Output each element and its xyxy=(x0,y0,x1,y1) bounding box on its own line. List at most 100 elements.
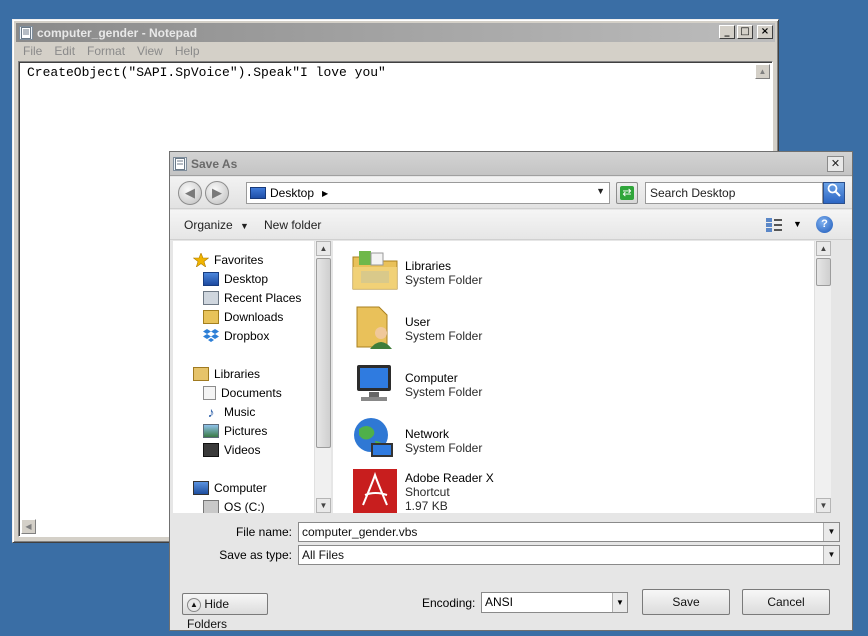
nav-recent-places[interactable]: Recent Places xyxy=(203,289,301,307)
file-scroll-up-button[interactable]: ▲ xyxy=(816,241,831,256)
menu-edit[interactable]: Edit xyxy=(48,43,81,60)
network-globe-icon xyxy=(351,415,399,463)
nav-libraries[interactable]: Libraries xyxy=(193,365,260,383)
search-icon[interactable] xyxy=(823,182,845,204)
save-as-type-value: All Files xyxy=(302,548,345,562)
views-dropdown-icon[interactable]: ▼ xyxy=(793,219,802,229)
nav-computer[interactable]: Computer xyxy=(193,479,267,497)
item-name: User xyxy=(405,315,431,329)
organize-button[interactable]: Organize ▼ xyxy=(184,218,249,232)
file-name-dropdown-icon[interactable]: ▼ xyxy=(823,523,839,541)
item-name: Libraries xyxy=(405,259,452,273)
save-as-type-select[interactable]: All Files ▼ xyxy=(298,545,840,565)
file-scroll-down-button[interactable]: ▼ xyxy=(816,498,831,513)
list-item-computer[interactable]: Computer System Folder xyxy=(351,359,482,413)
forward-button[interactable]: ▶ xyxy=(205,181,229,205)
computer-icon xyxy=(193,481,209,495)
videos-icon xyxy=(203,443,219,457)
item-type: System Folder xyxy=(405,329,483,343)
item-type: System Folder xyxy=(405,441,483,455)
notepad-icon xyxy=(19,25,33,40)
minimize-button[interactable]: _ xyxy=(719,25,735,39)
file-name-label: File name: xyxy=(235,525,292,539)
list-item-adobe-reader[interactable]: Adobe Reader X Shortcut 1.97 KB xyxy=(351,465,494,513)
star-icon xyxy=(192,252,210,268)
menu-file[interactable]: File xyxy=(17,43,48,60)
nav-favorites[interactable]: Favorites xyxy=(192,251,263,269)
adobe-reader-icon xyxy=(351,465,399,513)
libraries-icon xyxy=(193,367,209,381)
list-item-libraries[interactable]: Libraries System Folder xyxy=(351,247,482,301)
item-type: Shortcut xyxy=(405,485,450,499)
item-name: Computer xyxy=(405,371,458,385)
nav-scroll-thumb[interactable] xyxy=(316,258,331,448)
list-item-user[interactable]: User System Folder xyxy=(351,303,482,357)
address-dropdown-icon[interactable]: ▼ xyxy=(596,186,605,196)
save-as-type-dropdown-icon[interactable]: ▼ xyxy=(823,546,839,564)
command-bar: Organize ▼ New folder ▼ ? xyxy=(170,210,852,240)
item-name: Network xyxy=(405,427,450,441)
editor-text[interactable]: CreateObject("SAPI.SpVoice").Speak"I lov… xyxy=(27,65,386,80)
file-list-scrollbar[interactable]: ▲ ▼ xyxy=(814,241,831,513)
editor-scroll-left-button[interactable]: ◀ xyxy=(21,519,36,534)
editor-scroll-up-button[interactable]: ▲ xyxy=(755,64,770,79)
nav-music[interactable]: ♪ Music xyxy=(203,403,256,421)
views-icon[interactable] xyxy=(765,217,783,233)
file-name-field[interactable]: computer_gender.vbs ▼ xyxy=(298,522,840,542)
notepad-title: computer_gender - Notepad xyxy=(37,25,198,40)
list-item-network[interactable]: Network System Folder xyxy=(351,415,482,469)
notepad-menubar: File Edit Format View Help xyxy=(17,43,206,60)
save-as-dialog: Save As ✕ ◀ ▶ Desktop ▶ ▼ ⇄ Search Deskt… xyxy=(169,151,853,631)
encoding-dropdown-icon[interactable]: ▼ xyxy=(612,593,627,612)
address-bar[interactable]: Desktop ▶ ▼ xyxy=(246,182,610,204)
file-name-value[interactable]: computer_gender.vbs xyxy=(302,525,417,539)
nav-videos[interactable]: Videos xyxy=(203,441,260,459)
menu-view[interactable]: View xyxy=(131,43,169,60)
nav-scroll-up-button[interactable]: ▲ xyxy=(316,241,331,256)
address-text: Desktop xyxy=(270,186,315,200)
item-size: 1.97 KB xyxy=(405,499,448,513)
cancel-button[interactable]: Cancel xyxy=(742,589,830,615)
nav-drive-c[interactable]: OS (C:) xyxy=(203,498,265,513)
dialog-title: Save As xyxy=(191,156,238,171)
nav-downloads[interactable]: Downloads xyxy=(203,308,283,326)
help-icon[interactable]: ? xyxy=(816,216,833,233)
hide-folders-button[interactable]: ▲ Hide Folders xyxy=(182,593,268,631)
dialog-icon xyxy=(173,156,187,171)
desktop-icon xyxy=(203,272,219,286)
nav-scroll-down-button[interactable]: ▼ xyxy=(316,498,331,513)
pictures-icon xyxy=(203,424,219,438)
downloads-icon xyxy=(203,310,219,324)
desktop-icon xyxy=(250,187,266,199)
encoding-select[interactable]: ANSI ▼ xyxy=(481,592,628,613)
navigation-bar: ◀ ▶ Desktop ▶ ▼ ⇄ Search Desktop xyxy=(170,177,852,209)
menu-format[interactable]: Format xyxy=(81,43,131,60)
maximize-button[interactable]: □ xyxy=(737,25,753,39)
search-input[interactable]: Search Desktop xyxy=(645,182,823,204)
save-button[interactable]: Save xyxy=(642,589,730,615)
address-chevron-icon[interactable]: ▶ xyxy=(322,189,328,198)
encoding-value: ANSI xyxy=(485,595,514,609)
nav-pictures[interactable]: Pictures xyxy=(203,422,267,440)
music-icon: ♪ xyxy=(207,404,215,420)
libraries-folder-icon xyxy=(351,247,399,295)
user-folder-icon xyxy=(351,303,399,351)
back-button[interactable]: ◀ xyxy=(178,181,202,205)
dialog-titlebar[interactable]: Save As ✕ xyxy=(170,152,852,176)
nav-scrollbar[interactable]: ▲ ▼ xyxy=(314,241,331,513)
close-button[interactable]: × xyxy=(757,25,773,39)
encoding-label: Encoding: xyxy=(422,596,476,610)
file-scroll-thumb[interactable] xyxy=(816,258,831,286)
nav-desktop[interactable]: Desktop xyxy=(203,270,268,288)
nav-documents[interactable]: Documents xyxy=(203,384,282,402)
save-as-type-label: Save as type: xyxy=(219,548,292,562)
navigation-pane: Favorites Desktop Recent Places Download… xyxy=(173,241,331,513)
notepad-titlebar[interactable]: computer_gender - Notepad _ □ × xyxy=(16,23,775,42)
file-list: Libraries System Folder User System Folder… xyxy=(333,241,831,513)
menu-help[interactable]: Help xyxy=(169,43,206,60)
nav-dropbox[interactable]: Dropbox xyxy=(203,327,269,345)
dialog-close-button[interactable]: ✕ xyxy=(827,156,844,172)
refresh-icon: ⇄ xyxy=(620,186,634,200)
new-folder-button[interactable]: New folder xyxy=(264,218,321,232)
refresh-button[interactable]: ⇄ xyxy=(616,182,638,204)
